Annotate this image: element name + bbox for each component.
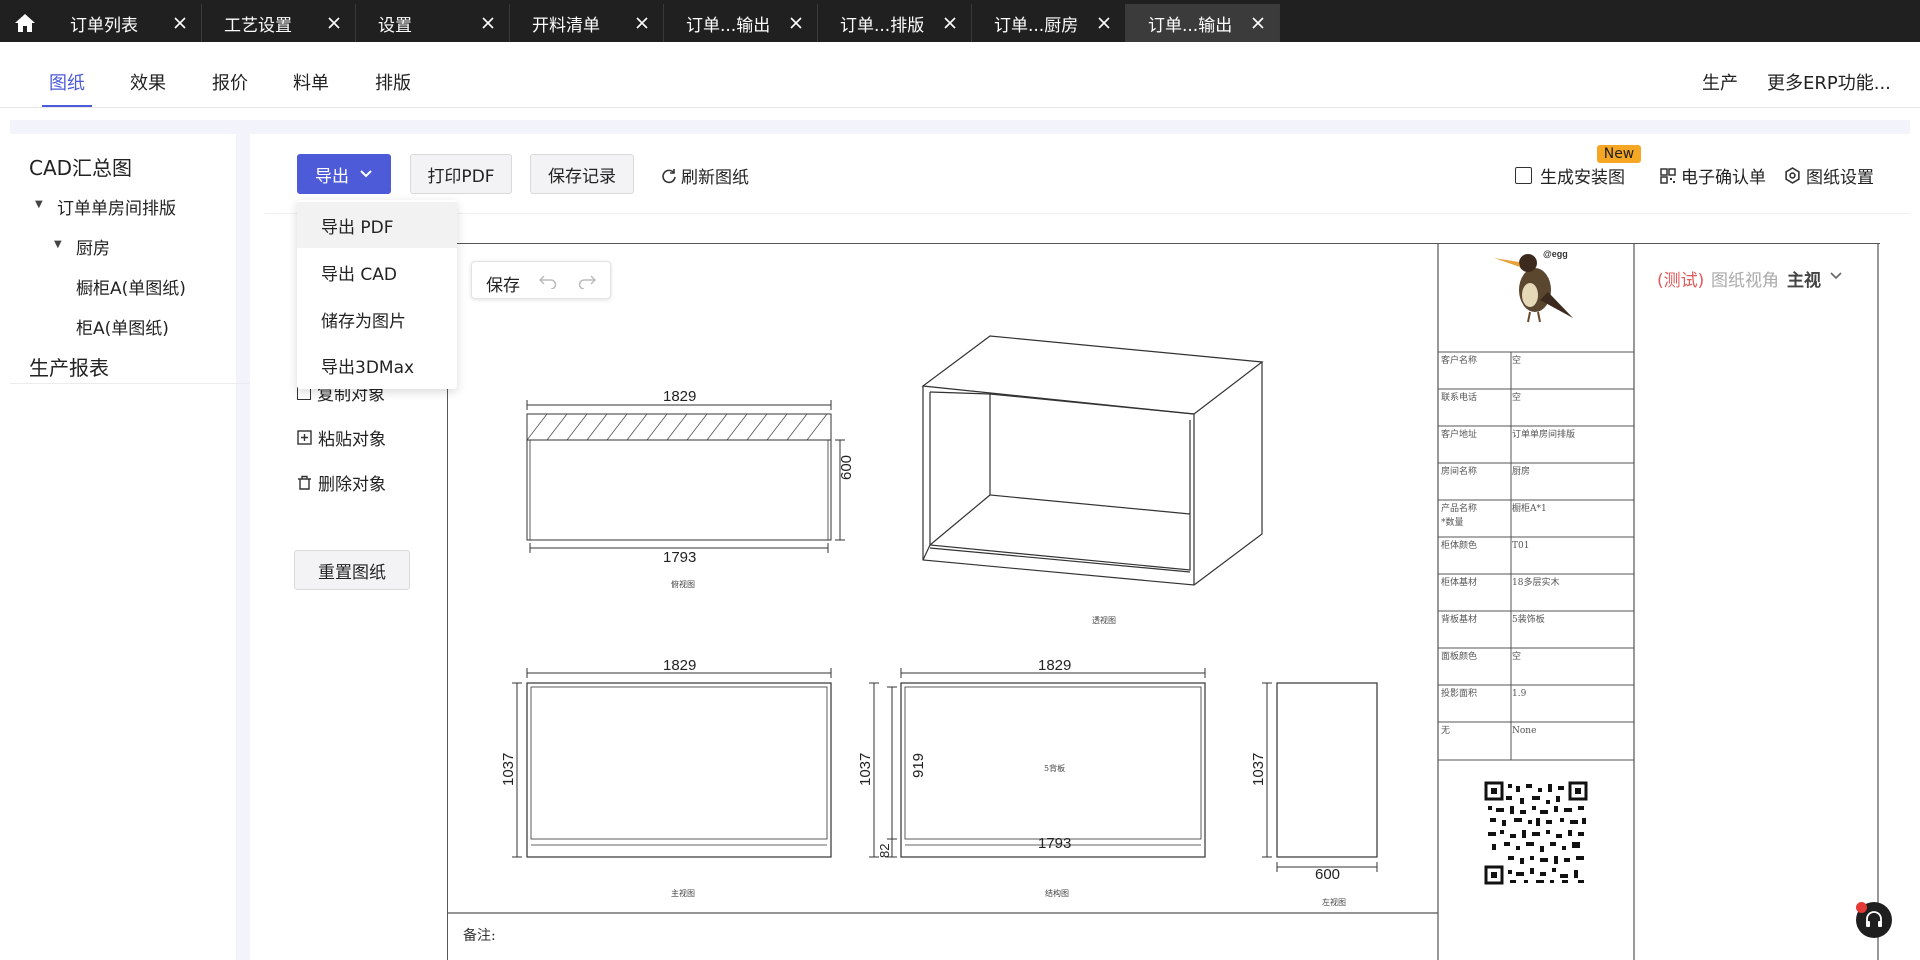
view-angle-label: 图纸视角	[1711, 271, 1779, 291]
caption-top-view: 俯视图	[671, 580, 695, 589]
info-label: 柜体基材	[1441, 578, 1478, 588]
support-chat-button[interactable]	[1856, 902, 1892, 938]
save-drawing-button[interactable]: 保存	[486, 271, 520, 296]
caption-perspective: 透视图	[1092, 616, 1116, 625]
info-value: 订单单房间排版	[1512, 430, 1576, 440]
dim-struct-inner-height: 919	[910, 752, 927, 778]
export-3dmax-option[interactable]: 导出3DMax	[297, 342, 457, 388]
caption-back-panel: 5背板	[1044, 764, 1066, 773]
info-value: 空	[1512, 393, 1522, 403]
info-label: 客户名称	[1441, 356, 1478, 366]
dim-front-height: 1037	[500, 752, 517, 786]
dim-top-height: 600	[838, 454, 855, 480]
chevron-down-icon[interactable]	[1829, 271, 1843, 281]
info-label: 柜体颜色	[1441, 541, 1478, 551]
undo-icon[interactable]	[539, 273, 557, 289]
caption-left-view: 左视图	[1322, 898, 1346, 907]
drawing-svg	[447, 243, 1879, 960]
info-label: 房间名称	[1441, 467, 1478, 477]
info-value: T01	[1512, 541, 1530, 551]
export-menu: 导出 PDF 导出 CAD 储存为图片 导出3DMax	[297, 200, 457, 389]
info-value: None	[1512, 726, 1537, 736]
info-label: 背板基材	[1441, 615, 1478, 625]
dim-side-width: 600	[1315, 866, 1341, 883]
info-label: 面板颜色	[1441, 652, 1478, 662]
view-angle-select[interactable]: 主视	[1787, 266, 1821, 291]
info-value: 厨房	[1512, 467, 1531, 477]
dim-side-height: 1037	[1250, 752, 1267, 786]
edit-toolbar: 保存	[471, 261, 611, 299]
info-label: 无	[1441, 726, 1451, 736]
qr-code	[1484, 781, 1588, 885]
info-value: 空	[1512, 652, 1522, 662]
info-value: 空	[1512, 356, 1522, 366]
notification-dot	[1856, 902, 1867, 913]
dim-struct-width: 1829	[1038, 657, 1072, 674]
notes-label: 备注:	[463, 928, 496, 944]
dim-struct-height: 1037	[857, 752, 874, 786]
dim-struct-plinth: 82	[877, 843, 892, 858]
caption-front-view: 主视图	[671, 889, 695, 898]
logo-tag: @egg	[1543, 249, 1568, 259]
info-value: 18多层实木	[1512, 578, 1560, 588]
dim-top-bottom-width: 1793	[663, 549, 697, 566]
info-label: 客户地址	[1441, 430, 1478, 440]
info-label: 联系电话	[1441, 393, 1478, 403]
view-test-tag: (测试)	[1657, 271, 1705, 291]
save-image-option[interactable]: 储存为图片	[297, 296, 457, 342]
export-pdf-option[interactable]: 导出 PDF	[297, 202, 457, 248]
info-value: 橱柜A*1	[1512, 504, 1547, 514]
dim-struct-bottom: 1793	[1038, 835, 1072, 852]
caption-structure-view: 结构图	[1045, 889, 1069, 898]
export-cad-option[interactable]: 导出 CAD	[297, 249, 457, 295]
headset-icon	[1866, 911, 1882, 927]
info-value: 1.9	[1512, 689, 1527, 699]
info-label: 投影面积	[1441, 689, 1478, 699]
redo-icon[interactable]	[578, 273, 596, 289]
info-label: 产品名称 *数量	[1441, 504, 1478, 528]
info-value: 5装饰板	[1512, 615, 1545, 625]
bird-logo	[1494, 254, 1573, 323]
dim-front-width: 1829	[663, 657, 697, 674]
dim-top-width: 1829	[663, 388, 697, 405]
